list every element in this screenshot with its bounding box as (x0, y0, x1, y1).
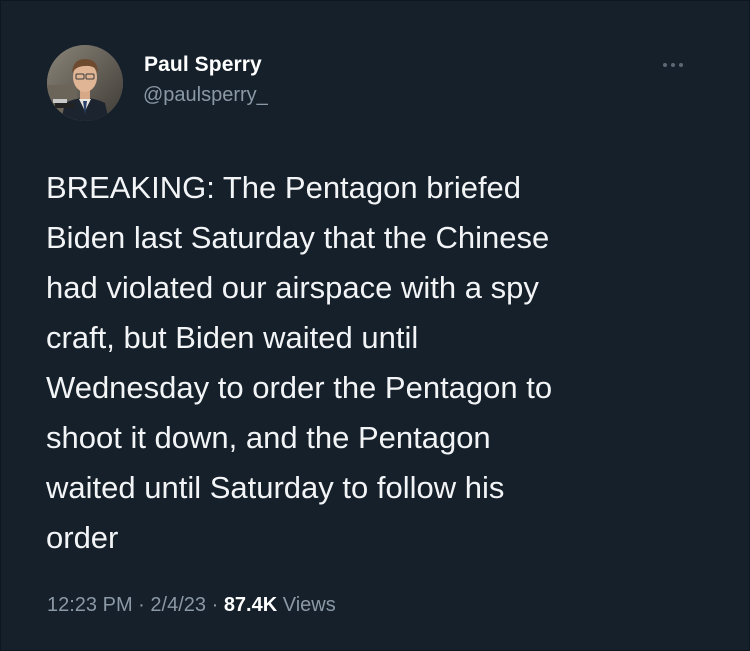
author-handle[interactable]: @paulsperry_ (143, 84, 268, 107)
tweet-time[interactable]: 12:23 PM (47, 594, 133, 616)
tweet-card: Paul Sperry @paulsperry_ BREAKING: The P… (0, 0, 750, 651)
tweet-date[interactable]: 2/4/23 (150, 594, 206, 616)
meta-separator: · (138, 594, 145, 616)
author-name[interactable]: Paul Sperry (144, 53, 262, 77)
profile-photo-icon (47, 45, 123, 121)
author-avatar[interactable] (47, 45, 123, 121)
more-options-icon (663, 63, 683, 67)
tweet-meta: 12:23 PM · 2/4/23 · 87.4K Views (47, 594, 336, 617)
meta-separator: · (211, 594, 219, 616)
more-options-button[interactable] (657, 53, 689, 77)
views-count[interactable]: 87.4K (224, 594, 277, 616)
tweet-text: BREAKING: The Pentagon briefed Biden las… (46, 170, 553, 555)
views-label: Views (282, 594, 336, 616)
